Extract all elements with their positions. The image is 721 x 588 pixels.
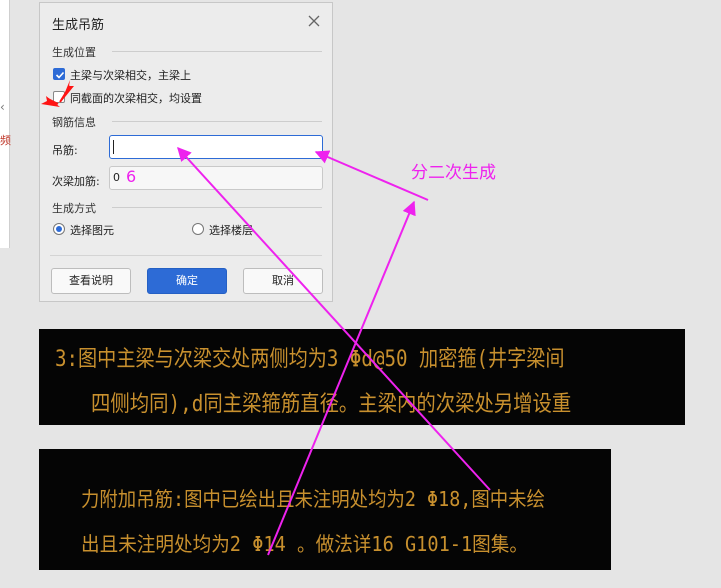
cad-note-line: 出且未注明处均为2 Φ14 。做法详16 G101-1图集。: [81, 532, 528, 556]
main-secondary-checkbox[interactable]: [53, 68, 65, 80]
cad-note-line: 3:图中主梁与次梁交处两侧均为3 Φd@50 加密箍(井字梁间: [55, 347, 565, 372]
cad-note-block-2: 力附加吊筋:图中已绘出且未注明处均为2 Φ18,图中未绘 出且未注明处均为2 Φ…: [39, 449, 611, 570]
section-divider: [112, 121, 322, 122]
section-divider: [112, 207, 322, 208]
section-position-label: 生成位置: [52, 46, 96, 59]
cancel-button[interactable]: 取消: [243, 268, 323, 294]
secondary-rebar-input[interactable]: 0: [109, 166, 323, 190]
hanger-label: 吊筋:: [52, 144, 78, 157]
handwritten-digit: 6: [126, 167, 137, 186]
same-section-label: 同截面的次梁相交，均设置: [70, 92, 202, 105]
secondary-rebar-value: 0: [113, 171, 120, 184]
text-caret: [113, 140, 114, 154]
select-element-radio[interactable]: [53, 223, 65, 235]
dialog-title: 生成吊筋: [52, 18, 105, 33]
section-method-label: 生成方式: [52, 202, 96, 215]
left-side-panel: ‹ 频: [0, 0, 11, 248]
cad-note-block-1: 3:图中主梁与次梁交处两侧均为3 Φd@50 加密箍(井字梁间 四侧均同),d同…: [39, 329, 685, 425]
main-secondary-label: 主梁与次梁相交，主梁上: [70, 69, 191, 82]
section-divider: [112, 51, 322, 52]
select-floor-label: 选择楼层: [209, 224, 253, 237]
footer-divider: [50, 255, 322, 256]
generate-hanger-dialog: 生成吊筋 生成位置 主梁与次梁相交，主梁上 同截面的次梁相交，均设置 钢筋信息 …: [39, 2, 333, 302]
select-floor-radio[interactable]: [192, 223, 204, 235]
hanger-input[interactable]: [109, 135, 323, 159]
section-rebar-label: 钢筋信息: [52, 116, 96, 129]
cad-note-line: 四侧均同),d同主梁箍筋直径。主梁内的次梁处另增设重: [91, 392, 572, 417]
chevron-left-icon[interactable]: ‹: [0, 100, 5, 114]
cad-note-line: 力附加吊筋:图中已绘出且未注明处均为2 Φ18,图中未绘: [81, 487, 545, 511]
annotation-text: 分二次生成: [411, 163, 496, 183]
same-section-checkbox[interactable]: [53, 91, 65, 103]
select-element-label: 选择图元: [70, 224, 114, 237]
help-button[interactable]: 查看说明: [51, 268, 131, 294]
ok-button[interactable]: 确定: [147, 268, 227, 294]
secondary-rebar-label: 次梁加筋:: [52, 175, 100, 188]
close-icon[interactable]: [306, 13, 322, 29]
left-panel-label: 频: [0, 134, 11, 147]
